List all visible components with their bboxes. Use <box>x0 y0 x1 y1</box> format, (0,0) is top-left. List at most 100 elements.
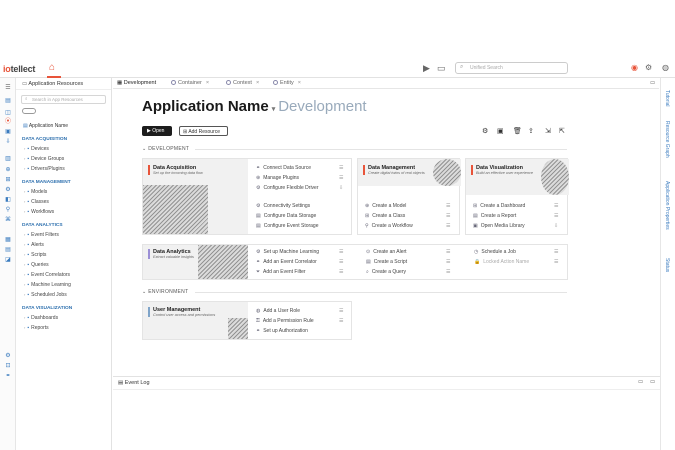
export-icon[interactable]: ⇱ <box>559 127 565 135</box>
download-icon[interactable]: ⇩ <box>339 185 343 191</box>
tab-entity[interactable]: Entity × <box>273 78 301 89</box>
action-schedule-job[interactable]: ◷ Schedule a Job <box>474 249 516 255</box>
view-toggle[interactable] <box>22 108 36 114</box>
rail-icon-14[interactable]: ▤ <box>4 246 12 254</box>
list-icon[interactable]: ☰ <box>554 213 558 219</box>
rail-icon-11[interactable]: ⚲ <box>4 206 12 214</box>
action-configure-data-storage[interactable]: ▤ Configure Data Storage <box>256 213 316 219</box>
rail-icon-9[interactable]: ⚙ <box>4 186 12 194</box>
action-create-dashboard[interactable]: ⊞ Create a Dashboard <box>473 203 525 209</box>
rail-icon-18[interactable]: ⚭ <box>4 372 12 380</box>
maximize-icon[interactable]: ▭ <box>650 379 655 385</box>
rail-icon-1[interactable]: ▤ <box>4 97 12 105</box>
notifications-icon[interactable]: ◉ <box>631 63 638 72</box>
maximize-icon[interactable]: ▭ <box>650 78 655 89</box>
trash-icon[interactable]: 🗑 <box>513 127 522 135</box>
tab-context[interactable]: Context × <box>226 78 259 89</box>
rail-tab-resource-graph[interactable]: Resource Graph <box>664 121 670 158</box>
user-icon[interactable]: ◍ <box>662 63 669 72</box>
list-icon[interactable]: ☰ <box>339 308 343 314</box>
action-create-script[interactable]: ▤ Create a Script <box>366 259 407 265</box>
action-manage-plugins[interactable]: ⊕ Manage Plugins <box>256 175 299 181</box>
add-resource-button[interactable]: ⊞ Add Resource <box>179 126 228 136</box>
list-icon[interactable]: ☰ <box>554 249 558 255</box>
list-icon[interactable]: ☰ <box>446 223 450 229</box>
list-icon[interactable]: ☰ <box>446 213 450 219</box>
action-configure-event-storage[interactable]: ▤ Configure Event Storage <box>256 223 319 229</box>
rail-tab-tutorial[interactable]: Tutorial <box>664 90 670 107</box>
rail-icon-17[interactable]: ⊡ <box>4 362 12 370</box>
resources-section-title[interactable]: DATA ANALYTICS <box>16 221 111 230</box>
close-icon[interactable]: × <box>256 80 259 86</box>
list-icon[interactable]: ☰ <box>554 203 558 209</box>
action-set-up-machine-learning[interactable]: ⚙ Set up Machine Learning <box>256 249 319 255</box>
chevron-right-icon[interactable]: › <box>24 272 25 277</box>
tab-development[interactable]: ▦ Development <box>117 78 156 89</box>
list-icon[interactable]: ☰ <box>446 203 450 209</box>
resources-root[interactable]: ▤ Application Name <box>16 121 111 131</box>
chevron-right-icon[interactable]: › <box>24 315 25 320</box>
close-icon[interactable]: × <box>298 80 301 86</box>
resources-section-title[interactable]: DATA MANAGEMENT <box>16 178 111 187</box>
rail-icon-8[interactable]: ⊞ <box>4 176 12 184</box>
rail-icon-2[interactable]: ◫ <box>4 109 12 117</box>
action-connect-data-source[interactable]: ⚭ Connect Data Source <box>256 165 311 171</box>
home-icon[interactable]: ⌂ <box>49 63 59 73</box>
chevron-right-icon[interactable]: › <box>24 252 25 257</box>
action-add-user-role[interactable]: ◍ Add a User Role <box>256 308 300 314</box>
resources-item[interactable]: › ▪ Drivers/Plugins <box>16 164 111 174</box>
rail-icon-3[interactable]: ⦿ <box>4 118 12 126</box>
resources-item[interactable]: › ▪ Device Groups <box>16 154 111 164</box>
app-logo[interactable]: iotellect <box>3 64 35 74</box>
environment-name[interactable]: Development <box>278 98 366 115</box>
open-button[interactable]: ▶ Open <box>142 126 172 136</box>
action-add-permission-rule[interactable]: ⚿ Add a Permission Rule <box>256 318 314 324</box>
rail-icon-15[interactable]: ◪ <box>4 256 12 264</box>
download-icon[interactable]: ⇩ <box>554 223 558 229</box>
rail-icon-13[interactable]: ▦ <box>4 236 12 244</box>
action-add-event-filter[interactable]: ⏷ Add an Event Filter <box>256 269 306 275</box>
action-configure-flexible-driver[interactable]: ⚙ Configure Flexible Driver <box>256 185 319 191</box>
tab-container[interactable]: Container × <box>171 78 209 89</box>
action-create-model[interactable]: ⊕ Create a Model <box>365 203 406 209</box>
menu-icon[interactable]: ☰ <box>4 84 12 92</box>
section-development[interactable]: ⌄ DEVELOPMENT <box>142 146 189 152</box>
window-icon[interactable]: ▭ <box>437 63 446 73</box>
list-icon[interactable]: ☰ <box>446 249 450 255</box>
resources-item[interactable]: › ▪ Classes <box>16 197 111 207</box>
rail-tab-application-properties[interactable]: Application Properties <box>664 181 670 230</box>
list-icon[interactable]: ☰ <box>339 318 343 324</box>
resources-item[interactable]: › ▪ Event Filters <box>16 230 111 240</box>
import-icon[interactable]: ⇲ <box>545 127 551 135</box>
action-create-workflow[interactable]: ⚲ Create a Workflow <box>365 223 413 229</box>
chevron-right-icon[interactable]: › <box>24 199 25 204</box>
chevron-right-icon[interactable]: › <box>24 262 25 267</box>
resources-item[interactable]: › ▪ Reports <box>16 323 111 333</box>
play-icon[interactable]: ▶ <box>423 63 430 73</box>
chevron-right-icon[interactable]: › <box>24 156 25 161</box>
list-icon[interactable]: ☰ <box>339 249 343 255</box>
rail-icon-5[interactable]: ⇩ <box>4 138 12 146</box>
resources-item[interactable]: › ▪ Scheduled Jobs <box>16 290 111 300</box>
resources-item[interactable]: › ▪ Devices <box>16 144 111 154</box>
action-add-event-correlator[interactable]: ⚭ Add an Event Correlator <box>256 259 317 265</box>
chevron-right-icon[interactable]: › <box>24 232 25 237</box>
chevron-right-icon[interactable]: › <box>24 242 25 247</box>
rail-tab-status[interactable]: Status <box>664 258 670 272</box>
rail-icon-6[interactable]: ▥ <box>4 155 12 163</box>
list-icon[interactable]: ☰ <box>339 259 343 265</box>
action-open-media-library[interactable]: ▣ Open Media Library <box>473 223 525 229</box>
action-set-up-authorization[interactable]: ⚭ Set up Authorization <box>256 328 308 334</box>
resources-item[interactable]: › ▪ Queries <box>16 260 111 270</box>
chevron-right-icon[interactable]: › <box>24 166 25 171</box>
resources-item[interactable]: › ▪ Dashboards <box>16 313 111 323</box>
settings-icon[interactable]: ⚙ <box>482 127 488 135</box>
screen-icon[interactable]: ▣ <box>497 127 504 135</box>
chevron-right-icon[interactable]: › <box>24 282 25 287</box>
upload-icon[interactable]: ⇪ <box>528 127 534 135</box>
action-create-report[interactable]: ▤ Create a Report <box>473 213 516 219</box>
resources-section-title[interactable]: DATA VISUALIZATION <box>16 304 111 313</box>
resources-item[interactable]: › ▪ Scripts <box>16 250 111 260</box>
rail-icon-7[interactable]: ⊕ <box>4 166 12 174</box>
resources-section-title[interactable]: DATA ACQUISITION <box>16 135 111 144</box>
